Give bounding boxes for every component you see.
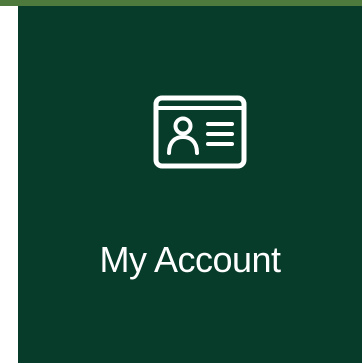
my-account-tile[interactable]: My Account xyxy=(18,6,362,363)
left-gutter xyxy=(0,6,18,363)
my-account-label: My Account xyxy=(99,239,281,280)
id-card-icon xyxy=(152,94,248,170)
